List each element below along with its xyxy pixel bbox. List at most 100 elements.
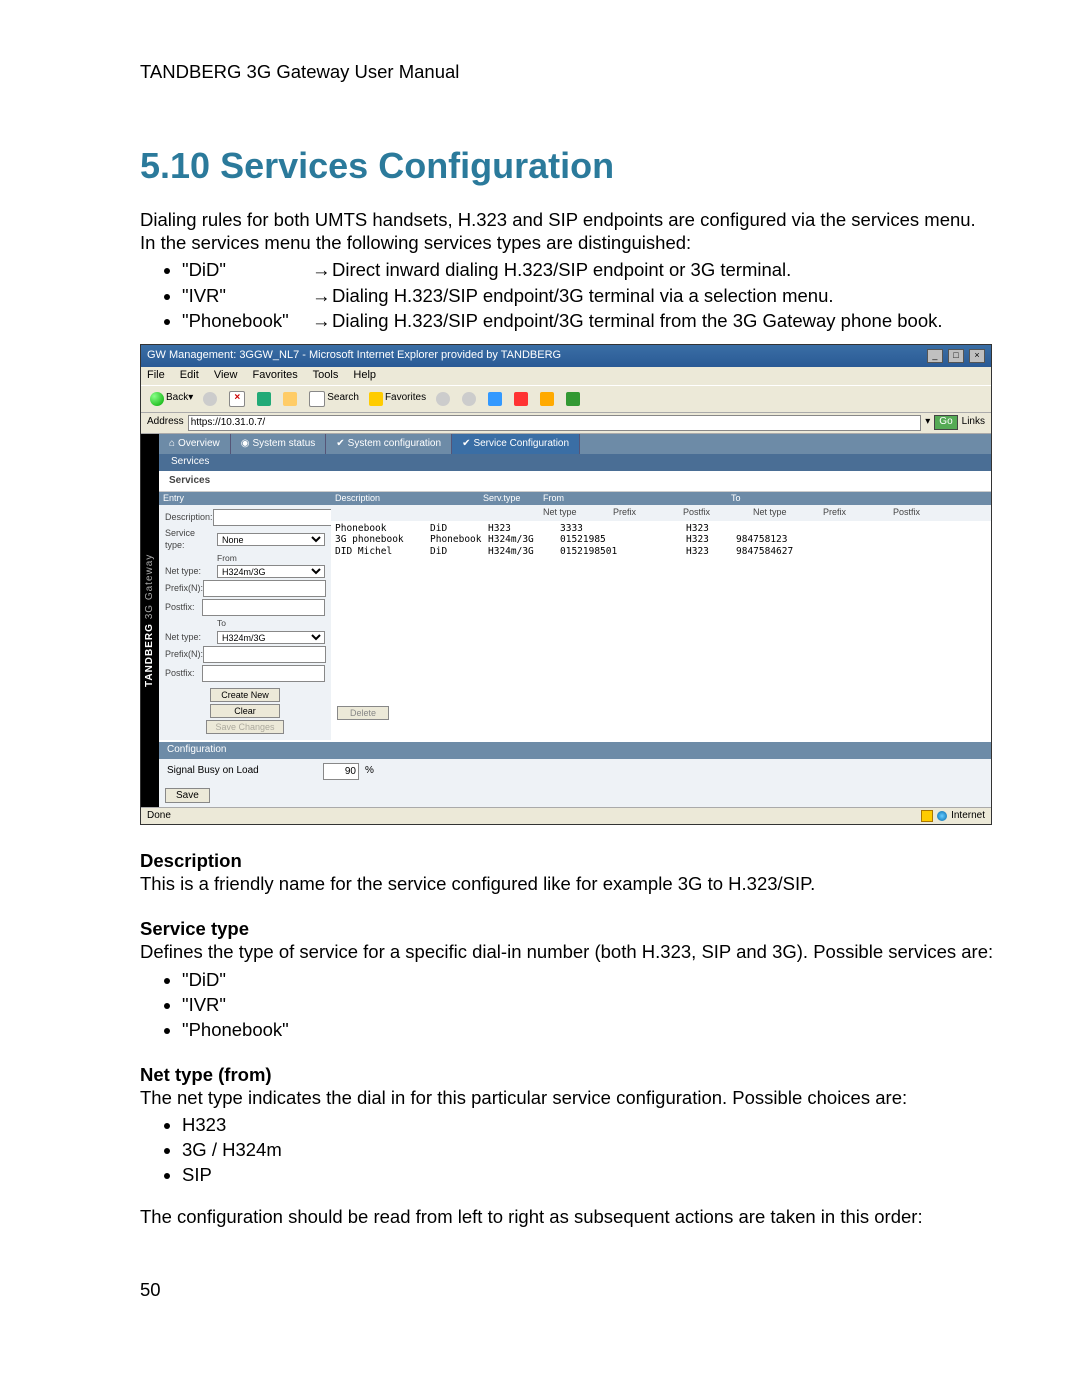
sth-prefix: Prefix (609, 506, 679, 519)
lock-icon (921, 810, 933, 822)
menu-tools[interactable]: Tools (313, 369, 339, 381)
tab-service-config[interactable]: ✔ Service Configuration (452, 434, 580, 455)
table-row[interactable]: 3G phonebookPhonebook H324m/3G01521985 H… (335, 534, 987, 546)
address-label: Address (147, 416, 184, 429)
table-header: Description Serv.type From To (331, 492, 991, 505)
menu-edit[interactable]: Edit (180, 369, 199, 381)
history-icon (462, 392, 476, 406)
nettype-text: The net type indicates the dial in for t… (140, 1086, 995, 1109)
toolbar-extra[interactable] (511, 391, 533, 407)
save-button[interactable]: Save (165, 788, 210, 803)
arrow-icon: → (312, 309, 332, 332)
brand-sidebar: TANDBERG 3G Gateway (141, 434, 159, 807)
media-icon (436, 392, 450, 406)
input-postfix-to[interactable] (202, 665, 325, 682)
search-button[interactable]: Search (306, 390, 362, 408)
sub-nav[interactable]: Services (159, 454, 991, 471)
th-from: From (539, 492, 727, 505)
home-button[interactable] (280, 391, 302, 407)
svc-desc: Direct inward dialing H.323/SIP endpoint… (332, 258, 995, 281)
refresh-button[interactable] (254, 391, 276, 407)
desc-heading: Description (140, 849, 995, 872)
address-input[interactable] (188, 415, 922, 431)
arrow-icon: → (312, 258, 332, 281)
configuration-header: Configuration (159, 742, 991, 759)
svc-desc: Dialing H.323/SIP endpoint/3G terminal f… (332, 309, 995, 332)
menu-help[interactable]: Help (353, 369, 376, 381)
create-new-button[interactable]: Create New (210, 688, 280, 702)
tab-system-status[interactable]: ◉ System status (231, 434, 327, 455)
menu-view[interactable]: View (214, 369, 238, 381)
menu-favorites[interactable]: Favorites (253, 369, 298, 381)
toolbar-extra[interactable] (537, 391, 559, 407)
address-dropdown[interactable]: ▾ (925, 416, 930, 429)
intro-text: Dialing rules for both UMTS handsets, H.… (140, 208, 995, 254)
browser-window: GW Management: 3GGW_NL7 - Microsoft Inte… (140, 344, 992, 825)
select-nettype-to[interactable]: H324m/3G (217, 631, 325, 644)
forward-button[interactable] (200, 391, 222, 407)
save-row: Save (159, 784, 991, 807)
sth-nettype: Net type (539, 506, 609, 519)
list-item: SIP (182, 1163, 995, 1186)
input-prefix-to[interactable] (203, 646, 326, 663)
list-item: "DiD" (182, 968, 995, 991)
forward-icon (203, 392, 217, 406)
menu-file[interactable]: File (147, 369, 165, 381)
back-icon (150, 392, 164, 406)
toolbar-extra[interactable] (485, 391, 507, 407)
entry-header: Entry (159, 492, 331, 505)
maximize-button[interactable]: □ (948, 349, 964, 363)
service-types-list: "DiD" → Direct inward dialing H.323/SIP … (140, 258, 995, 331)
favorites-button[interactable]: Favorites (366, 391, 429, 407)
tab-overview[interactable]: ⌂ Overview (159, 434, 231, 455)
delete-button[interactable]: Delete (337, 706, 389, 720)
back-button[interactable]: Back ▾ (147, 391, 196, 407)
select-service-type[interactable]: None (217, 533, 325, 546)
section-heading: 5.10 Services Configuration (140, 143, 995, 188)
refresh-icon (257, 392, 271, 406)
stop-button[interactable]: × (226, 390, 250, 408)
lbl-description: Description: (165, 512, 213, 523)
input-postfix-from[interactable] (202, 599, 325, 616)
lbl-postfix-to: Postfix: (165, 668, 202, 679)
sth-postfix: Postfix (889, 506, 959, 519)
minimize-button[interactable]: _ (927, 349, 943, 363)
input-signal-busy[interactable] (323, 763, 359, 780)
sth-nettype: Net type (749, 506, 819, 519)
main-pane: ⌂ Overview ◉ System status ✔ System conf… (159, 434, 991, 807)
mail-icon (488, 392, 502, 406)
select-nettype-from[interactable]: H324m/3G (217, 565, 325, 578)
sth-postfix: Postfix (679, 506, 749, 519)
toolbar-extra[interactable] (459, 391, 481, 407)
save-changes-button[interactable]: Save Changes (206, 720, 283, 734)
form-buttons: Create New Clear Save Changes (165, 688, 325, 734)
sub-to: To (217, 618, 325, 629)
tab-system-config[interactable]: ✔ System configuration (326, 434, 452, 455)
stop-icon: × (229, 391, 245, 407)
delete-row: Delete (331, 700, 991, 726)
toolbar-extra[interactable] (563, 391, 585, 407)
discuss-icon (566, 392, 580, 406)
input-description[interactable] (213, 509, 336, 526)
table-row[interactable]: PhonebookDiD H3233333 H323 (335, 523, 987, 535)
toolbar-extra[interactable] (433, 391, 455, 407)
edit-icon (540, 392, 554, 406)
sth-prefix: Prefix (819, 506, 889, 519)
print-icon (514, 392, 528, 406)
links-label[interactable]: Links (962, 416, 985, 429)
nettype-list: H323 3G / H324m SIP (140, 1113, 995, 1186)
desc-text: This is a friendly name for the service … (140, 872, 995, 895)
table-subheader: Net type Prefix Postfix Net type Prefix … (331, 505, 991, 520)
input-prefix-from[interactable] (203, 580, 326, 597)
clear-button[interactable]: Clear (210, 704, 280, 718)
status-bar: Done Internet (141, 807, 991, 825)
table-rows: PhonebookDiD H3233333 H323 3G phonebookP… (331, 521, 991, 561)
go-button[interactable]: Go (934, 415, 957, 430)
zone-text: Internet (951, 810, 985, 823)
lbl-postfix-from: Postfix: (165, 602, 202, 613)
table-row[interactable]: DID MichelDiD H324m/3G0152198501 H323984… (335, 546, 987, 558)
menu-bar: File Edit View Favorites Tools Help (141, 367, 991, 385)
lbl-signal-busy: Signal Busy on Load (167, 765, 317, 778)
close-button[interactable]: × (969, 349, 985, 363)
lbl-nettype-to: Net type: (165, 632, 217, 643)
